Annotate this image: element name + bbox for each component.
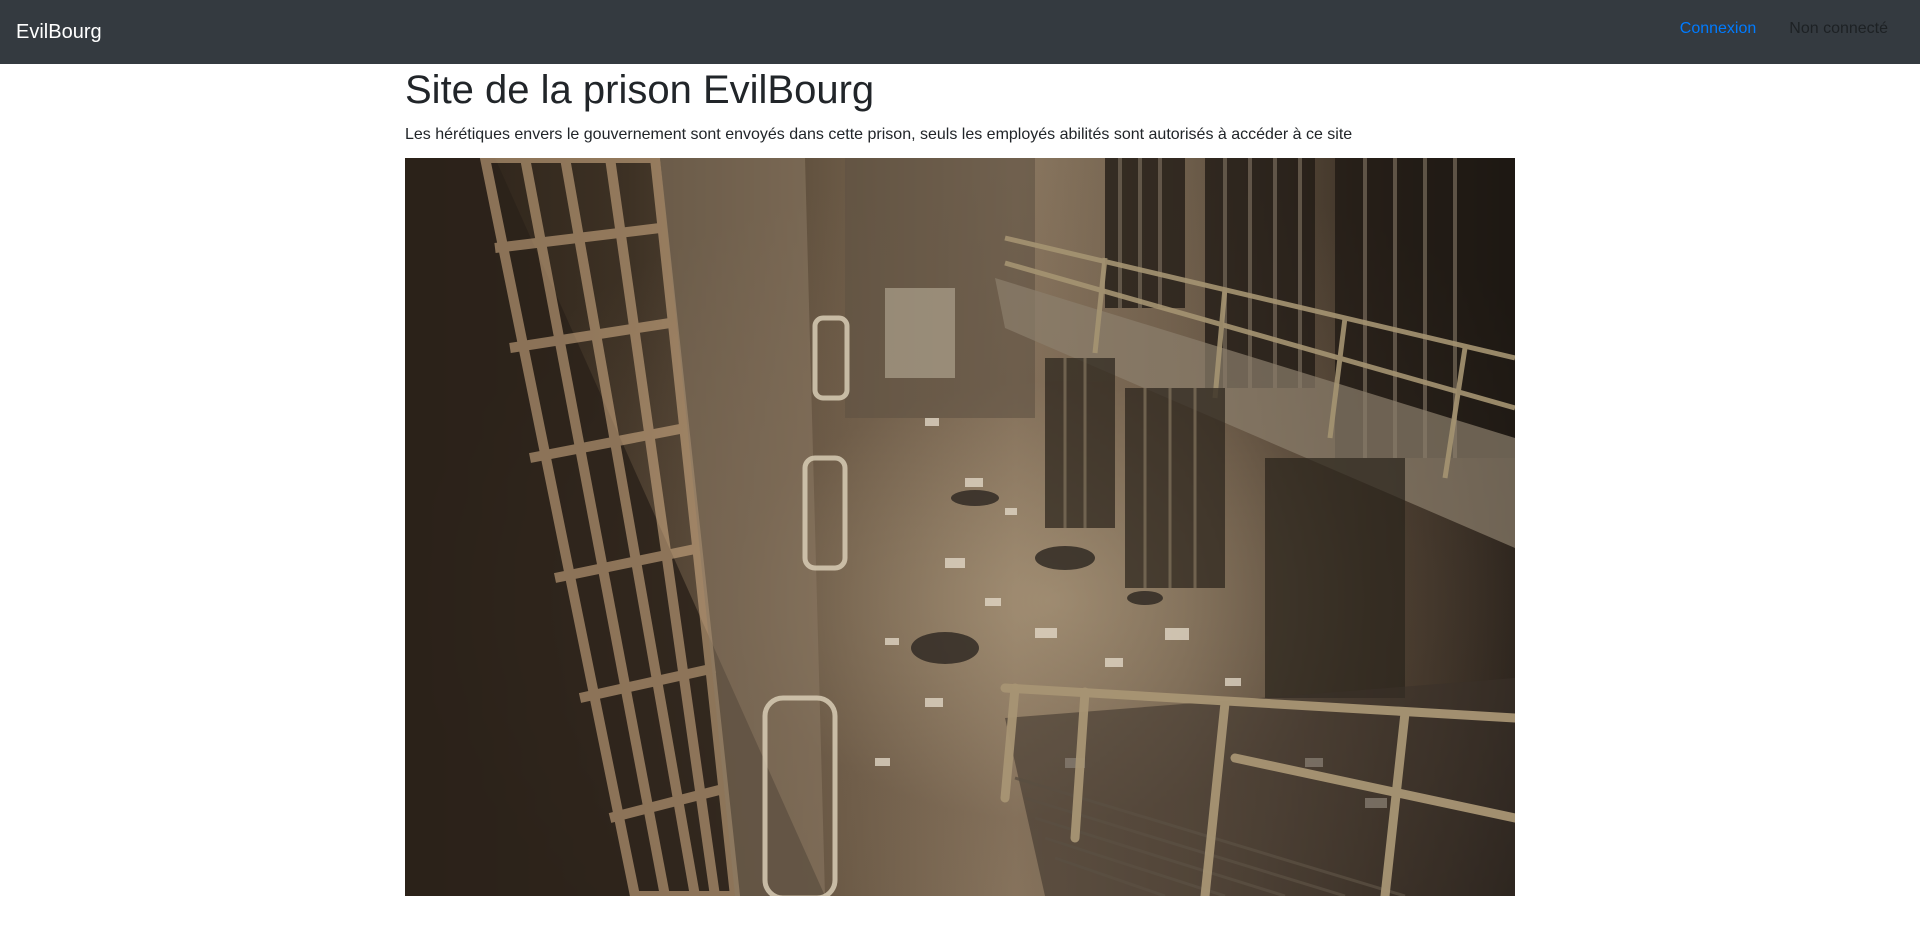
page-title: Site de la prison EvilBourg [405, 68, 875, 112]
main-content: Site de la prison EvilBourg Les hérétiqu… [405, 64, 1515, 896]
photo-illustration [405, 158, 1515, 896]
brand-link[interactable]: EvilBourg [16, 20, 102, 44]
login-link[interactable]: Connexion [1680, 18, 1757, 40]
login-status: Non connecté [1789, 20, 1888, 37]
top-navbar: EvilBourg Connexion Non connecté [0, 0, 1920, 64]
page-subtitle: Les hérétiques envers le gouvernement so… [405, 126, 1353, 143]
navbar-right: Connexion Non connecté [1680, 18, 1888, 40]
prison-interior-photo [405, 158, 1515, 896]
